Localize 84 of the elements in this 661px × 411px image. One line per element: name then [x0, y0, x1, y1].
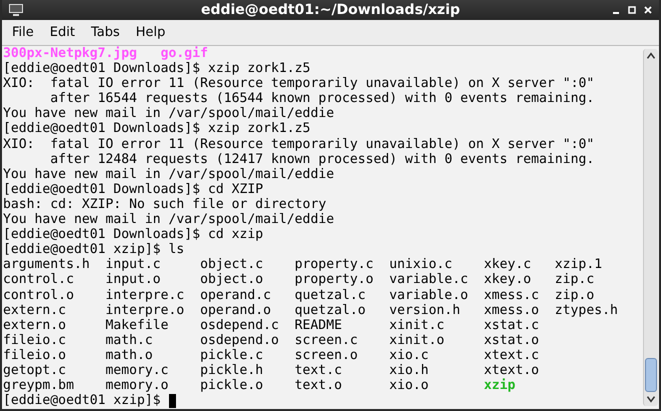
file-name: xinit.c — [389, 318, 446, 333]
file-name: zip.c — [554, 272, 596, 288]
file-name: xzip.1 — [554, 257, 604, 272]
file-name: xstat.o — [484, 332, 540, 348]
file-name: unixio.c — [389, 257, 454, 272]
terminal-line: [eddie@oedt01 Downloads]$ xzip zork1.z5 — [3, 121, 310, 137]
menu-item[interactable]: Edit — [42, 23, 83, 42]
file-name: operand.c — [200, 288, 272, 303]
file-name: quetzal.o — [294, 302, 367, 318]
file-name: xio.c — [389, 348, 430, 363]
file-name: Makefile — [105, 318, 170, 333]
terminal-line: XIO: fatal IO error 11 (Resource temporarily unavailable) on X server ":0" — [3, 76, 594, 92]
file-name: property.c — [294, 257, 374, 272]
file-name: extern.o — [3, 318, 68, 333]
terminal-line: after 16544 requests (16544 known processed) with 0 events remaining. — [49, 91, 594, 106]
file-name: fileio.o — [3, 348, 68, 363]
file-name: interpre.c — [105, 288, 186, 303]
scrollbar-thumb[interactable] — [645, 358, 657, 392]
file-name: arguments.h — [3, 257, 91, 272]
file-name: xtext.o — [484, 362, 540, 378]
file-name: osdepend.c — [200, 318, 280, 333]
menu-item[interactable]: Help — [128, 23, 174, 42]
file-name: math.o — [105, 348, 154, 363]
terminal-prompt: [eddie@oedt01 xzip]$ — [3, 393, 162, 408]
menu-item[interactable]: File — [4, 23, 42, 42]
maximize-icon[interactable] — [627, 5, 637, 15]
file-name: memory.o — [105, 378, 170, 394]
file-name: ztypes.h — [554, 302, 619, 318]
terminal-line: You have new mail in /var/spool/mail/eddie — [3, 106, 334, 122]
terminal-line: [eddie@oedt01 Downloads]$ xzip zork1.z5 — [3, 61, 310, 76]
window-title: eddie@oedt01:~/Downloads/xzip — [200, 2, 462, 18]
file-name: variable.o — [389, 288, 470, 303]
file-name: xzip — [484, 378, 516, 394]
close-icon[interactable] — [643, 5, 653, 15]
file-name: memory.c — [105, 362, 170, 378]
file-name: pickle.h — [200, 362, 264, 378]
scrollbar[interactable] — [643, 49, 658, 406]
file-name: control.c — [3, 272, 75, 288]
file-name: xkey.c — [484, 257, 532, 272]
file-name: 300px-Netpkg7.jpg — [3, 46, 138, 62]
terminal-line: [eddie@oedt01 Downloads]$ cd xzip — [3, 227, 264, 242]
file-name: text.c — [294, 362, 343, 378]
file-name: screen.c — [294, 332, 359, 348]
file-name: interpre.o — [105, 302, 186, 318]
file-name: operand.o — [200, 302, 272, 318]
file-name: property.o — [294, 272, 374, 288]
file-name: object.c — [200, 257, 264, 272]
file-name: xio.h — [389, 362, 430, 378]
terminal-line: You have new mail in /var/spool/mail/eddie — [3, 166, 334, 182]
file-name: xio.o — [389, 378, 430, 394]
file-name: input.c — [105, 257, 162, 272]
file-name: xmess.o — [484, 302, 540, 318]
terminal-line: after 12484 requests (12417 known processed) with 0 events remaining. — [49, 152, 594, 167]
file-name: input.o — [105, 272, 162, 288]
file-name: zip.o — [554, 288, 596, 303]
file-name: xstat.c — [484, 318, 540, 333]
file-name: quetzal.c — [294, 288, 367, 303]
terminal-line: [eddie@oedt01 xzip]$ ls — [3, 242, 184, 258]
file-name: README — [294, 318, 343, 333]
file-name: object.o — [200, 272, 264, 288]
file-name: screen.o — [294, 348, 359, 363]
terminal-line: bash: cd: XZIP: No such file or directory — [3, 196, 326, 212]
file-name: go.gif — [160, 46, 208, 62]
terminal-line: XIO: fatal IO error 11 (Resource temporarily unavailable) on X server ":0" — [3, 136, 594, 152]
file-name: xinit.o — [389, 332, 446, 348]
file-name: pickle.c — [200, 348, 264, 363]
terminal-line: You have new mail in /var/spool/mail/eddie — [3, 212, 334, 228]
file-name: extern.c — [3, 302, 68, 318]
file-name: xkey.o — [484, 272, 532, 288]
file-name: control.o — [3, 288, 75, 303]
monitor-icon[interactable] — [8, 3, 24, 17]
file-name: xmess.c — [484, 288, 540, 303]
file-name: variable.c — [389, 272, 470, 288]
file-name: getopt.c — [3, 362, 68, 378]
file-name: xtext.c — [484, 348, 540, 363]
file-name: greypm.bm — [3, 378, 75, 394]
terminal-line: [eddie@oedt01 Downloads]$ cd XZIP — [3, 182, 264, 197]
menu-item[interactable]: Tabs — [82, 23, 128, 42]
file-name: pickle.o — [200, 378, 264, 394]
file-name: version.h — [389, 302, 462, 318]
file-name: osdepend.o — [200, 332, 280, 348]
file-name: fileio.c — [3, 332, 68, 348]
file-name: math.c — [105, 332, 154, 348]
file-name: text.o — [294, 378, 343, 394]
